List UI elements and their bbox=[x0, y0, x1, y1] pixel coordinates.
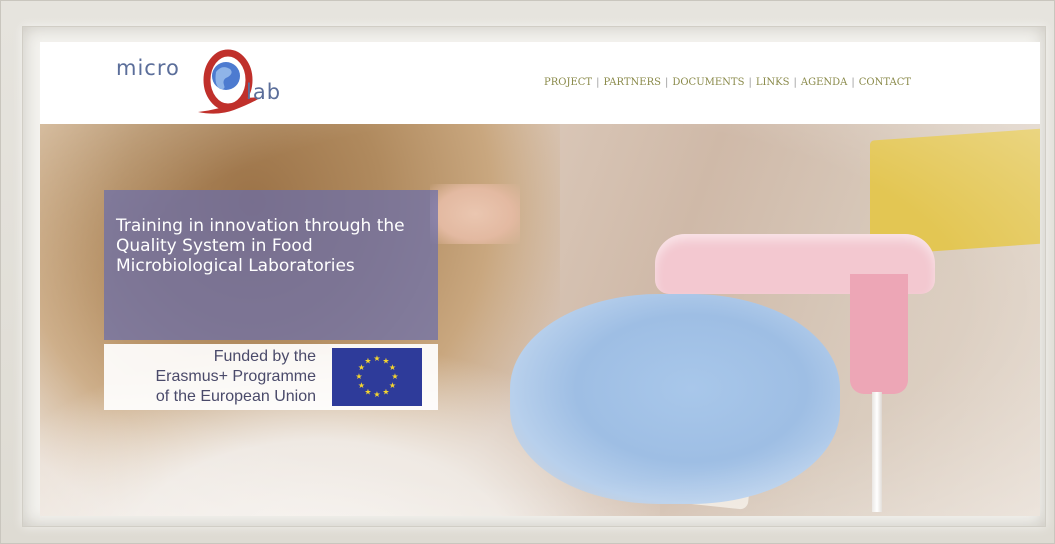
microqlab-logo[interactable]: micro lab bbox=[116, 46, 306, 122]
svg-text:★: ★ bbox=[389, 381, 396, 390]
hero-tagline: Training in innovation through the Quali… bbox=[116, 216, 405, 276]
svg-text:★: ★ bbox=[389, 363, 396, 372]
erasmus-funding-text: Funded by the Erasmus+ Programme of the … bbox=[155, 348, 317, 405]
logo-text-lab: lab bbox=[246, 80, 282, 104]
svg-text:★: ★ bbox=[373, 390, 380, 399]
svg-text:★: ★ bbox=[373, 354, 380, 363]
nav-separator: | bbox=[596, 77, 600, 88]
website-page: micro lab PROJECT | PARTNERS | DOCUMENTS | LIN… bbox=[40, 42, 1040, 516]
nav-separator: | bbox=[664, 77, 669, 88]
nav-item-agenda[interactable]: AGENDA bbox=[801, 77, 848, 88]
erasmus-funding-box: Funded by the Erasmus+ Programme of the … bbox=[104, 344, 438, 410]
nav-separator: | bbox=[748, 77, 752, 88]
eu-flag: ★ ★ ★ ★ ★ ★ ★ ★ ★ ★ ★ ★ bbox=[332, 348, 422, 406]
svg-text:★: ★ bbox=[364, 357, 371, 366]
svg-text:★: ★ bbox=[391, 372, 398, 381]
nav-item-documents[interactable]: DOCUMENTS bbox=[672, 77, 744, 88]
site-header: micro lab PROJECT | PARTNERS | DOCUMENTS | LIN… bbox=[40, 42, 1040, 124]
logo-text-micro: micro bbox=[116, 56, 180, 80]
tagline-box: Training in innovation through the Quali… bbox=[104, 190, 438, 340]
main-nav: PROJECT | PARTNERS | DOCUMENTS | LINKS | AGENDA |… bbox=[544, 77, 911, 88]
svg-text:★: ★ bbox=[355, 372, 362, 381]
nav-item-project[interactable]: PROJECT bbox=[544, 77, 592, 88]
svg-text:★: ★ bbox=[358, 381, 365, 390]
eu-stars-icon: ★ ★ ★ ★ ★ ★ ★ ★ ★ ★ ★ ★ bbox=[355, 354, 398, 399]
svg-text:★: ★ bbox=[364, 388, 371, 397]
nav-separator: | bbox=[851, 77, 855, 88]
nav-item-contact[interactable]: CONTACT bbox=[859, 77, 911, 88]
hero-banner: Training in innovation through the Quali… bbox=[40, 124, 1040, 516]
nav-separator: | bbox=[793, 77, 797, 88]
nav-item-links[interactable]: LINKS bbox=[756, 77, 790, 88]
svg-text:★: ★ bbox=[382, 388, 389, 397]
nav-item-partners[interactable]: PARTNERS bbox=[603, 77, 661, 88]
